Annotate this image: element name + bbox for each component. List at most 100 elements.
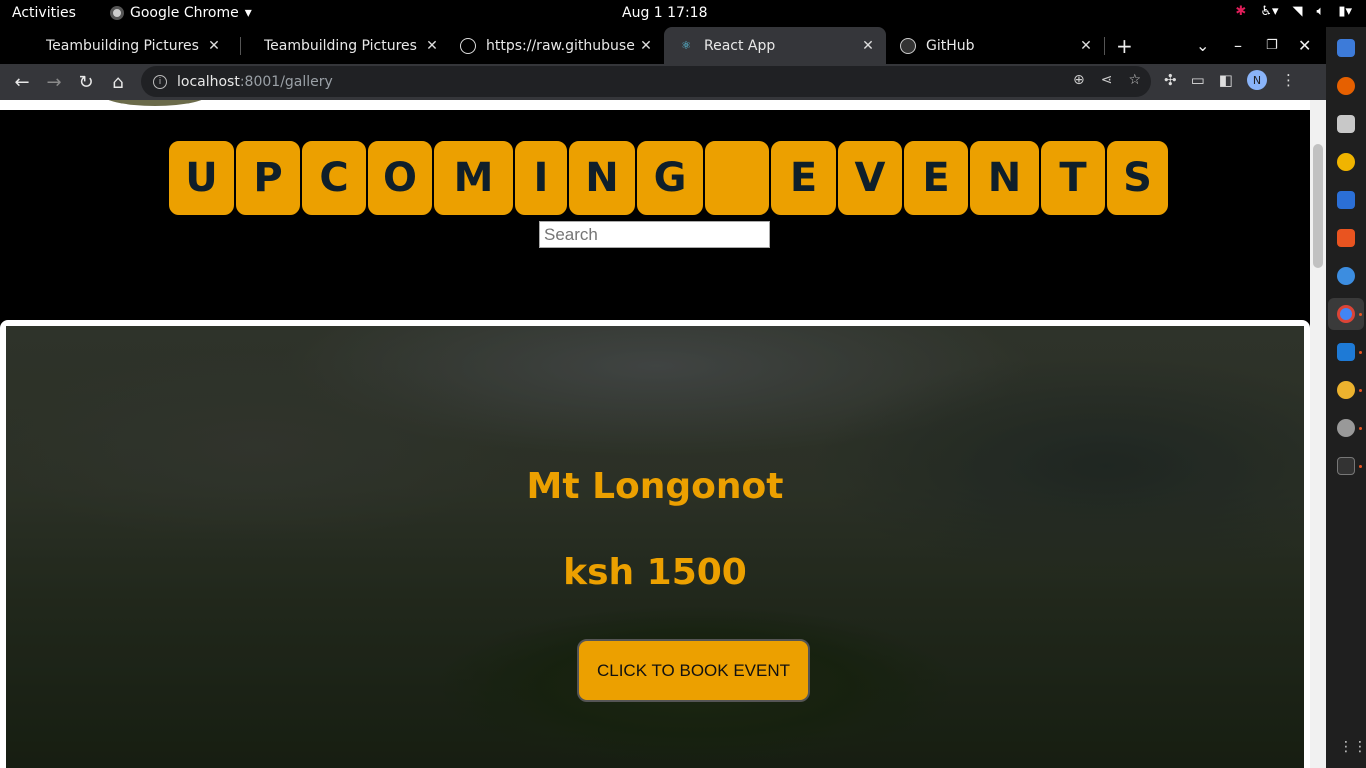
volume-icon[interactable]: 🔈︎ (1317, 4, 1325, 19)
home-button[interactable]: ⌂ (106, 70, 130, 94)
book-event-button[interactable]: CLICK TO BOOK EVENT (577, 639, 810, 702)
tab-title: Teambuilding Pictures (264, 37, 417, 54)
react-icon: ⚛ (681, 39, 691, 52)
zoom-icon[interactable]: ⊕ (1073, 72, 1085, 88)
heading-letter-tile: O (367, 140, 433, 216)
side-panel-icon[interactable]: ◧ (1219, 71, 1233, 89)
terminal-icon[interactable] (1337, 457, 1355, 475)
system-top-bar: Activities Google Chrome ▾ Aug 1 17:18 ✱… (0, 0, 1366, 27)
heading-letter-tile: U (168, 140, 235, 216)
vscode-icon[interactable] (1337, 343, 1355, 361)
close-icon: ✕ (1298, 36, 1312, 55)
event-card: Mt Longonot ksh 1500 CLICK TO BOOK EVENT (0, 320, 1310, 768)
avatar[interactable]: N (1246, 70, 1267, 90)
close-icon[interactable]: ✕ (204, 38, 224, 54)
clock[interactable]: Aug 1 17:18 (622, 5, 708, 21)
share-icon[interactable]: ⋖ (1101, 72, 1113, 88)
running-indicator (1359, 389, 1362, 392)
heading-letter-tile: M (433, 140, 514, 216)
back-button[interactable]: ← (10, 70, 34, 94)
app-menu[interactable]: Google Chrome ▾ (110, 5, 252, 21)
running-indicator (1359, 465, 1362, 468)
upcoming-events-heading: UPCOMING EVENTS (168, 140, 1169, 216)
close-icon[interactable]: ✕ (1076, 38, 1096, 54)
new-tab-button[interactable]: + (1116, 27, 1133, 64)
home-icon: ⌂ (112, 71, 124, 93)
forward-button[interactable]: → (42, 70, 66, 94)
scrollbar-thumb[interactable] (1313, 144, 1323, 268)
event-card-image: Mt Longonot ksh 1500 CLICK TO BOOK EVENT (6, 326, 1304, 768)
menu-kebab-icon[interactable]: ⋮ (1281, 71, 1296, 89)
event-price: ksh 1500 (563, 552, 747, 593)
restore-button[interactable]: ❐ (1266, 27, 1278, 64)
wifi-icon[interactable]: ◥ (1293, 4, 1303, 19)
battery-icon[interactable]: ▮▾ (1338, 4, 1352, 19)
tab-title: Teambuilding Pictures (46, 37, 199, 54)
running-indicator (1359, 351, 1362, 354)
show-apps-icon[interactable]: ⋮⋮ (1339, 739, 1366, 755)
rhythmbox-icon[interactable] (1337, 153, 1355, 171)
plus-icon: + (1116, 33, 1133, 58)
minimize-icon: – (1234, 36, 1242, 55)
heading-space-tile (704, 140, 770, 216)
chevron-down-icon: ▾ (244, 5, 252, 21)
address-bar[interactable]: i localhost :8001/gallery ⊕ ⋖ ☆ (141, 66, 1151, 97)
github-icon (900, 37, 916, 54)
slack-icon[interactable] (1337, 381, 1355, 399)
heading-letter-tile: V (837, 140, 903, 216)
tab-raw-github[interactable]: https://raw.githubuse ✕ (446, 27, 664, 64)
tab-teambuilding-2[interactable]: Teambuilding Pictures ✕ (250, 27, 450, 64)
settings-icon[interactable] (1337, 419, 1355, 437)
arrow-right-icon: → (46, 71, 62, 93)
page-scrollbar[interactable] (1310, 100, 1326, 768)
previous-section-image (100, 100, 210, 106)
close-icon[interactable]: ✕ (422, 38, 442, 54)
tab-divider (1104, 37, 1105, 55)
close-icon[interactable]: ✕ (858, 38, 878, 54)
app-icon-1[interactable] (1337, 39, 1355, 57)
minimize-button[interactable]: – (1234, 27, 1242, 64)
browser-toolbar: ← → ↻ ⌂ i localhost :8001/gallery ⊕ ⋖ ☆ … (0, 64, 1326, 100)
tab-title: https://raw.githubuse (486, 37, 635, 54)
chrome-icon (110, 6, 124, 20)
heading-letter-tile: C (301, 140, 367, 216)
app-dock: ⋮⋮ (1326, 27, 1366, 768)
extensions-icon[interactable]: ✣ (1164, 71, 1177, 89)
chrome-icon[interactable] (1337, 305, 1355, 323)
accessibility-icon[interactable]: ♿︎▾ (1260, 4, 1278, 19)
running-indicator (1359, 313, 1362, 316)
close-window-button[interactable]: ✕ (1298, 27, 1311, 64)
software-icon[interactable] (1337, 229, 1355, 247)
tab-github[interactable]: GitHub ✕ (886, 27, 1104, 64)
help-icon[interactable] (1337, 267, 1355, 285)
url-host: localhost (177, 73, 240, 90)
system-tray[interactable]: ✱ ♿︎▾ ◥ 🔈︎ ▮▾ (1235, 4, 1352, 19)
running-indicator (1359, 427, 1362, 430)
search-input[interactable] (539, 221, 770, 248)
heading-letter-tile: E (770, 140, 837, 216)
heading-letter-tile: G (636, 140, 704, 216)
cast-icon[interactable]: ▭ (1191, 71, 1205, 89)
page-viewport: UPCOMING EVENTS Mt Longonot ksh 1500 CLI… (0, 100, 1310, 768)
restore-icon: ❐ (1266, 38, 1278, 53)
tab-title: React App (704, 37, 776, 54)
tab-react-app[interactable]: ⚛ React App ✕ (664, 27, 886, 64)
chevron-down-icon: ⌄ (1196, 36, 1210, 55)
bookmark-star-icon[interactable]: ☆ (1128, 72, 1141, 88)
activities-button[interactable]: Activities (12, 5, 76, 21)
reload-icon: ↻ (78, 71, 94, 93)
info-icon[interactable]: i (153, 74, 167, 89)
writer-icon[interactable] (1337, 191, 1355, 209)
previous-section-edge (0, 100, 1310, 110)
close-icon[interactable]: ✕ (636, 38, 656, 54)
tab-teambuilding-1[interactable]: Teambuilding Pictures ✕ (32, 27, 232, 64)
arrow-left-icon: ← (14, 71, 30, 93)
heading-letter-tile: S (1106, 140, 1169, 216)
slack-tray-icon[interactable]: ✱ (1235, 4, 1246, 19)
tab-search-button[interactable]: ⌄ (1196, 27, 1209, 64)
firefox-icon[interactable] (1337, 77, 1355, 95)
reload-button[interactable]: ↻ (74, 70, 98, 94)
url-path: :8001/gallery (239, 73, 333, 90)
files-icon[interactable] (1337, 115, 1355, 133)
tab-title: GitHub (926, 37, 975, 54)
